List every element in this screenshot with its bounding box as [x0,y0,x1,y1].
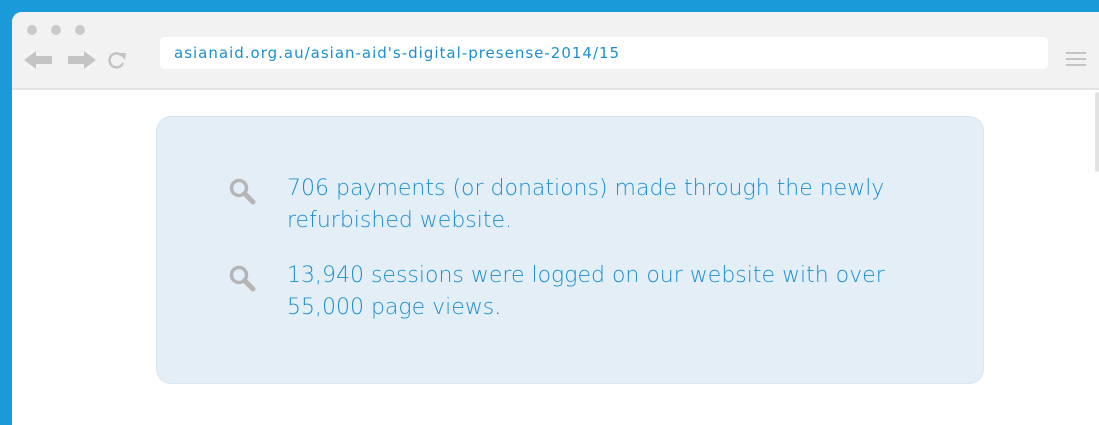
search-icon [229,178,256,205]
browser-frame: asianaid.org.au/asian-aid's-digital-pres… [0,0,1099,425]
forward-button[interactable] [64,50,96,70]
window-control-minimize[interactable] [51,25,61,35]
browser-toolbar: asianaid.org.au/asian-aid's-digital-pres… [12,12,1099,90]
stat-text-suffix: . [494,295,502,320]
scrollbar[interactable] [1095,92,1099,172]
hamburger-icon-bar [1066,64,1086,66]
back-button[interactable] [24,50,56,70]
window-control-close[interactable] [27,25,37,35]
stats-card: 706 payments (or donations) made through… [157,117,983,383]
stat-text: 13,940 sessions were logged on our websi… [287,260,937,324]
stat-text-main: 13,940 sessions were logged on our websi… [287,263,885,320]
arrow-right-icon [68,51,96,69]
stat-text-main: 706 payments (or donations) made through… [287,176,885,233]
search-icon [229,265,256,292]
browser-window: asianaid.org.au/asian-aid's-digital-pres… [12,12,1099,425]
arrow-left-icon [24,51,52,69]
hamburger-icon-bar [1066,58,1086,60]
window-control-maximize[interactable] [75,25,85,35]
reload-button[interactable] [106,50,128,70]
stat-text: 706 payments (or donations) made through… [287,173,937,237]
reload-icon [108,52,126,69]
address-bar[interactable]: asianaid.org.au/asian-aid's-digital-pres… [160,37,1048,69]
hamburger-icon-bar [1066,52,1086,54]
menu-button[interactable] [1066,52,1086,68]
